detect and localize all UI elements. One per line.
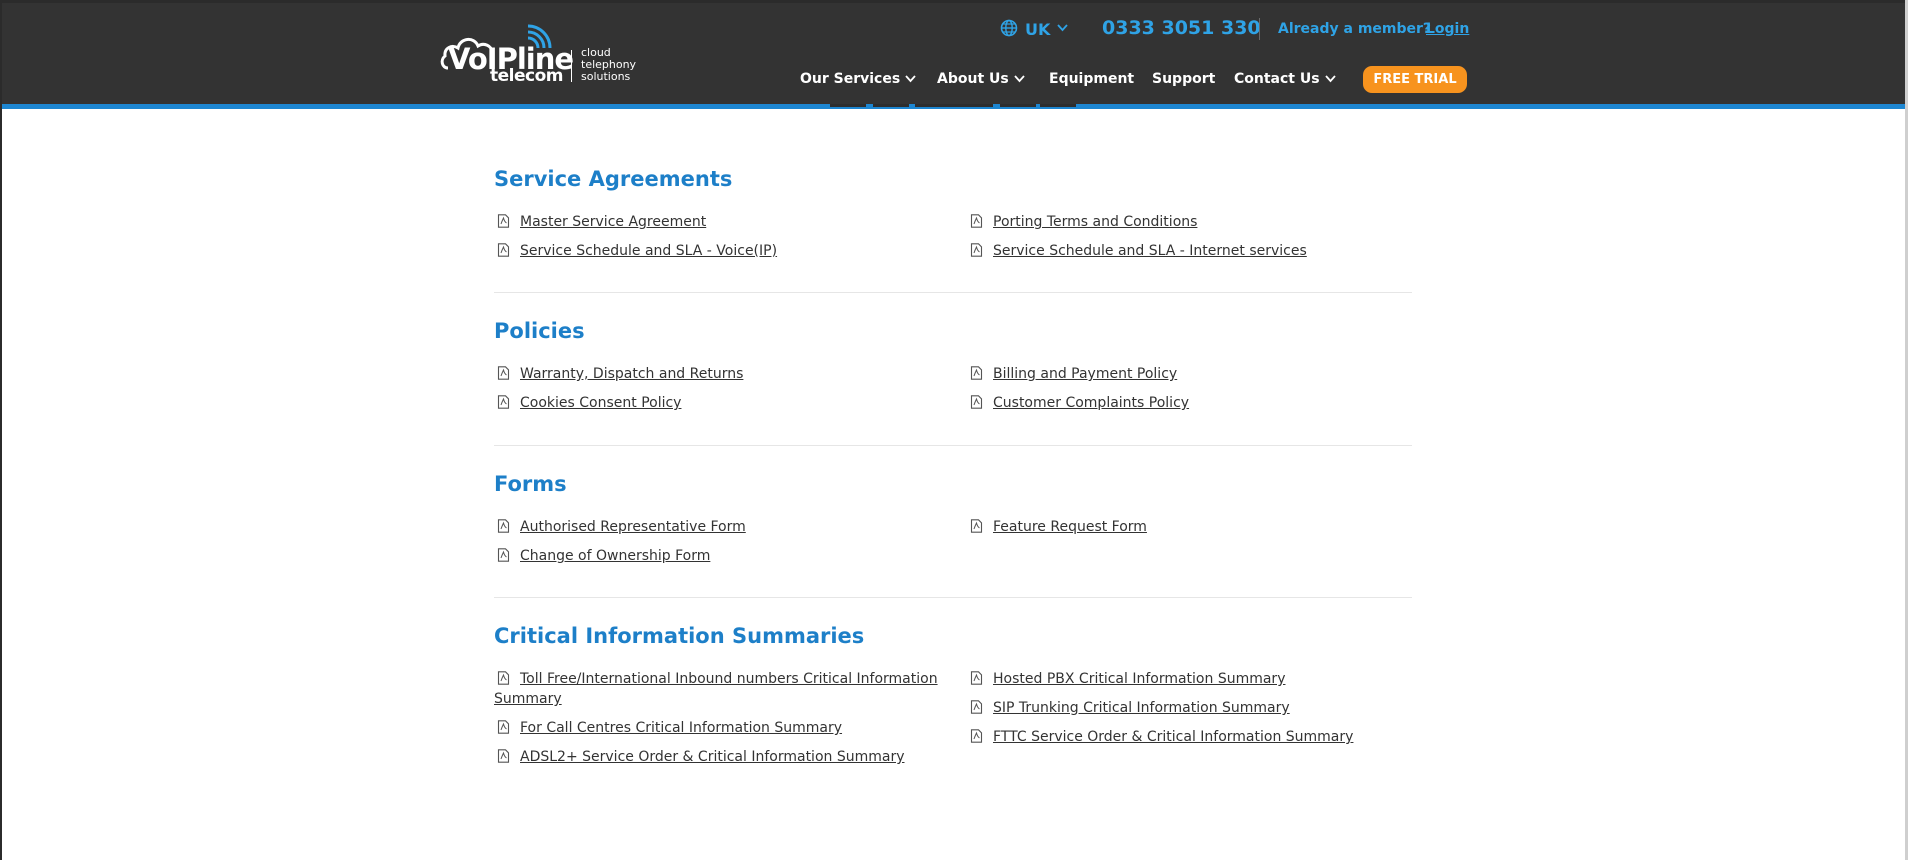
- phone-number-link[interactable]: 0333 3051 330: [1102, 17, 1261, 39]
- nav-label: Support: [1152, 71, 1216, 87]
- document-link[interactable]: Toll Free/International Inbound numbers …: [494, 669, 939, 709]
- globe-icon[interactable]: [1000, 19, 1018, 37]
- document-link-label[interactable]: Warranty, Dispatch and Returns: [520, 366, 743, 382]
- hidden-tab-fragment: [1040, 104, 1076, 107]
- nav-label: Contact Us: [1234, 71, 1320, 87]
- pdf-file-icon: [497, 671, 510, 685]
- pdf-file-icon: [970, 671, 983, 685]
- nav-contact-us[interactable]: Contact Us: [1234, 71, 1336, 87]
- document-link-label[interactable]: Service Schedule and SLA - Internet serv…: [993, 243, 1307, 259]
- section-title-service-agreements: Service Agreements: [494, 167, 733, 191]
- section-divider: [494, 597, 1412, 598]
- hidden-tab-fragment: [830, 104, 866, 107]
- section-title-forms: Forms: [494, 472, 567, 496]
- document-link-label[interactable]: Billing and Payment Policy: [993, 366, 1177, 382]
- document-link-label[interactable]: Customer Complaints Policy: [993, 395, 1189, 411]
- chevron-down-icon: [1014, 75, 1025, 83]
- chevron-down-icon: [1324, 75, 1336, 83]
- region-selector[interactable]: UK: [1025, 20, 1050, 39]
- document-link-label[interactable]: SIP Trunking Critical Information Summar…: [993, 700, 1290, 716]
- member-prompt-text: Already a member?: [1278, 21, 1432, 37]
- nav-our-services[interactable]: Our Services: [800, 71, 916, 87]
- section-divider: [494, 445, 1412, 446]
- nav-label: Our Services: [800, 71, 901, 87]
- document-link[interactable]: Customer Complaints Policy: [967, 393, 1189, 413]
- logo-divider: [571, 50, 572, 82]
- logo-tagline: cloud telephony solutions: [581, 47, 651, 83]
- section-divider: [494, 292, 1412, 293]
- document-link-label[interactable]: Authorised Representative Form: [520, 519, 746, 535]
- pdf-file-icon: [970, 243, 983, 257]
- pdf-file-icon: [497, 548, 510, 562]
- nav-about-us[interactable]: About Us: [937, 71, 1025, 87]
- logo-tagline-line: solutions: [581, 70, 631, 83]
- site-header: [2, 3, 1906, 104]
- pdf-file-icon: [497, 214, 510, 228]
- pdf-file-icon: [970, 700, 983, 714]
- document-link[interactable]: Change of Ownership Form: [494, 546, 710, 566]
- document-link[interactable]: Warranty, Dispatch and Returns: [494, 364, 743, 384]
- document-link-label[interactable]: Hosted PBX Critical Information Summary: [993, 671, 1285, 687]
- pdf-file-icon: [497, 366, 510, 380]
- pdf-file-icon: [497, 243, 510, 257]
- section-title-critical-information-summaries: Critical Information Summaries: [494, 624, 865, 648]
- document-link-label[interactable]: FTTC Service Order & Critical Informatio…: [993, 729, 1353, 745]
- document-link-label[interactable]: Toll Free/International Inbound numbers …: [494, 671, 938, 707]
- document-link[interactable]: Cookies Consent Policy: [494, 393, 681, 413]
- document-link[interactable]: Service Schedule and SLA - Internet serv…: [967, 241, 1307, 261]
- login-link[interactable]: Login: [1426, 21, 1469, 37]
- pdf-file-icon: [497, 720, 510, 734]
- document-link-label[interactable]: Change of Ownership Form: [520, 548, 710, 564]
- pdf-file-icon: [970, 519, 983, 533]
- pdf-file-icon: [970, 366, 983, 380]
- nav-equipment[interactable]: Equipment: [1049, 71, 1134, 87]
- document-link[interactable]: FTTC Service Order & Critical Informatio…: [967, 727, 1353, 747]
- voipline-logo[interactable]: VoIPline telecom cloud telephony solutio…: [440, 24, 645, 88]
- hidden-tab-fragment: [915, 104, 993, 107]
- free-trial-button[interactable]: FREE TRIAL: [1363, 66, 1467, 93]
- document-link-label[interactable]: ADSL2+ Service Order & Critical Informat…: [520, 749, 905, 765]
- document-link[interactable]: ADSL2+ Service Order & Critical Informat…: [494, 747, 905, 767]
- section-title-policies: Policies: [494, 319, 585, 343]
- document-link[interactable]: Authorised Representative Form: [494, 517, 746, 537]
- document-link-label[interactable]: For Call Centres Critical Information Su…: [520, 720, 842, 736]
- document-link-label[interactable]: Master Service Agreement: [520, 214, 706, 230]
- chevron-down-icon: [905, 75, 916, 83]
- pdf-file-icon: [497, 749, 510, 763]
- document-link[interactable]: For Call Centres Critical Information Su…: [494, 718, 842, 738]
- pdf-file-icon: [970, 729, 983, 743]
- header-divider: [1259, 18, 1260, 40]
- nav-support[interactable]: Support: [1152, 71, 1215, 87]
- hidden-tab-fragment: [873, 104, 909, 107]
- document-link[interactable]: Billing and Payment Policy: [967, 364, 1177, 384]
- document-link-label[interactable]: Porting Terms and Conditions: [993, 214, 1197, 230]
- nav-label: About Us: [937, 71, 1009, 87]
- nav-label: Equipment: [1049, 71, 1135, 87]
- pdf-file-icon: [970, 214, 983, 228]
- window-left-edge: [0, 0, 2, 860]
- document-link[interactable]: Hosted PBX Critical Information Summary: [967, 669, 1285, 689]
- document-link-label[interactable]: Service Schedule and SLA - Voice(IP): [520, 243, 777, 259]
- chevron-down-icon[interactable]: [1057, 24, 1068, 32]
- document-link-label[interactable]: Cookies Consent Policy: [520, 395, 681, 411]
- document-link[interactable]: Master Service Agreement: [494, 212, 706, 232]
- pdf-file-icon: [497, 519, 510, 533]
- pdf-file-icon: [970, 395, 983, 409]
- pdf-file-icon: [497, 395, 510, 409]
- hidden-tab-fragment: [1000, 104, 1036, 107]
- document-link[interactable]: Porting Terms and Conditions: [967, 212, 1197, 232]
- document-link[interactable]: Service Schedule and SLA - Voice(IP): [494, 241, 777, 261]
- document-link[interactable]: SIP Trunking Critical Information Summar…: [967, 698, 1290, 718]
- document-link[interactable]: Feature Request Form: [967, 517, 1147, 537]
- logo-sub-text: telecom: [490, 66, 563, 86]
- document-link-label[interactable]: Feature Request Form: [993, 519, 1147, 535]
